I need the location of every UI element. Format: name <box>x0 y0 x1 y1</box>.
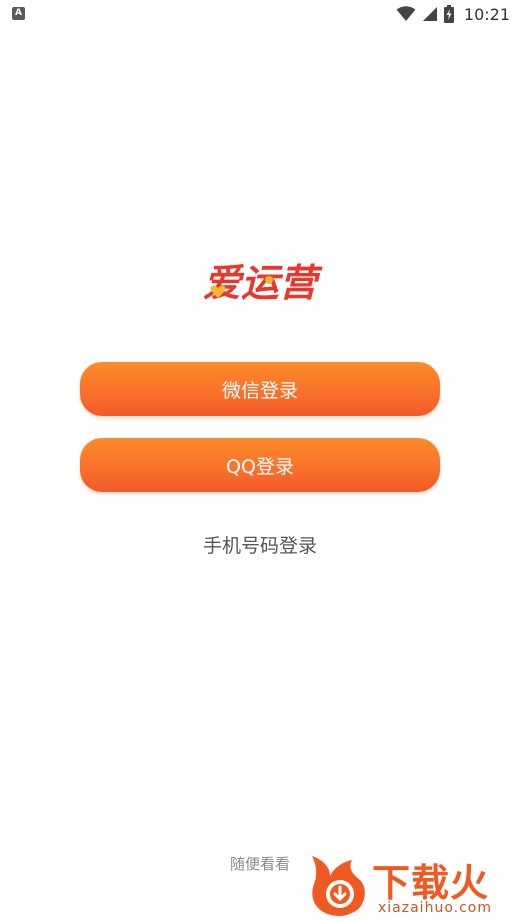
watermark-cn: 下载火 <box>372 861 490 905</box>
wifi-icon <box>396 6 416 21</box>
qq-login-button[interactable]: QQ登录 <box>80 438 440 492</box>
watermark-en: xiazaihuo.com <box>378 900 492 916</box>
watermark: 下载火 xiazaihuo.com <box>304 850 518 920</box>
wechat-login-button[interactable]: 微信登录 <box>80 362 440 416</box>
battery-charging-icon <box>443 5 454 23</box>
signal-icon <box>422 7 437 21</box>
status-icons: 10:21 <box>396 3 510 25</box>
flame-download-icon <box>312 856 365 916</box>
dot-icon <box>265 276 273 284</box>
clock: 10:21 <box>463 4 510 24</box>
qq-login-label: QQ登录 <box>226 455 294 478</box>
status-bar: A 10:21 <box>0 0 520 28</box>
app-logo-text: 爱运营 <box>203 261 323 305</box>
notification-a-icon: A <box>12 7 25 20</box>
wechat-login-label: 微信登录 <box>221 379 298 402</box>
phone-login-link[interactable]: 手机号码登录 <box>0 531 520 558</box>
app-logo: 爱运营 <box>203 261 323 305</box>
